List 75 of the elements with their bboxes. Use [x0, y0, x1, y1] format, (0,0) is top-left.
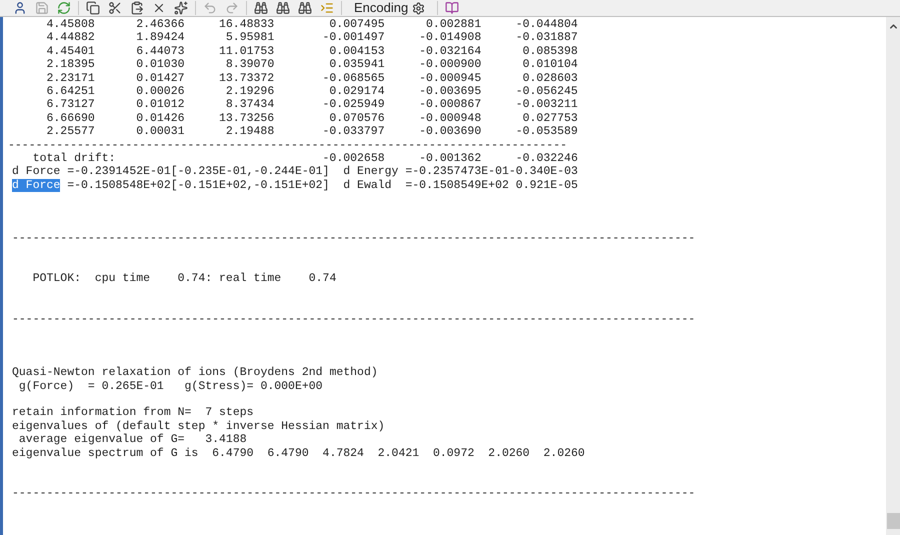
value-text: 2.46366: [136, 18, 185, 31]
value-text: 0.002881: [426, 18, 482, 31]
value-text: -0.001362: [419, 152, 482, 165]
value-text: -0.068565: [322, 72, 385, 85]
output-line: Quasi-Newton relaxation of ions (Broydens 2nd method): [12, 366, 378, 380]
value-text: 16.48833: [219, 18, 274, 31]
value-text: -0.001497: [322, 31, 385, 44]
value-text: 6.73127: [46, 98, 95, 112]
value-text: 0.028603: [522, 72, 578, 85]
drift-label: total drift:: [32, 152, 116, 165]
value-text: 0.029174: [329, 84, 385, 98]
value-text: -0.025949: [322, 98, 385, 112]
value-text: -0.000867: [419, 98, 482, 112]
output-line: eigenvalue spectrum of G is 6.4790 6.4790 4.7824 2.0421 0.0972 2.0260 2.0260: [12, 446, 585, 460]
output-line: d Force =-0.2391452E-01[-0.235E-01,-0.244E-01] d Energy =-0.2357473E-01-0.340E-03: [12, 165, 578, 178]
value-text: 4.45808: [46, 18, 95, 31]
value-text: 0.035941: [329, 58, 385, 72]
value-text: -0.003690: [419, 125, 482, 138]
value-text: 0.004153: [329, 44, 385, 58]
value-text: 8.39070: [226, 58, 274, 72]
output-line: retain information from N= 7 steps: [12, 406, 254, 420]
value-text: 0.070576: [329, 112, 385, 125]
output-line: average eigenvalue of G= 3.4188: [18, 433, 247, 446]
value-text: 8.37434: [226, 98, 274, 112]
value-text: 5.95981: [226, 31, 274, 44]
value-text: -0.000948: [419, 112, 482, 125]
value-text: -0.000945: [419, 72, 482, 85]
value-text: -0.003695: [419, 84, 482, 98]
value-text: 6.44073: [136, 44, 185, 58]
value-text: 0.010104: [522, 58, 578, 72]
value-text: -0.032164: [419, 44, 482, 58]
value-text: -0.033797: [322, 125, 385, 138]
value-text: 4.45401: [46, 44, 95, 58]
value-text: 11.01753: [219, 44, 274, 58]
value-text: 4.44882: [46, 31, 95, 44]
value-text: -0.032246: [516, 152, 578, 165]
dashed-rule: ---------------------------------------------------------------------------------------------------: [12, 232, 696, 246]
value-text: 0.01427: [136, 72, 185, 85]
value-text: -0.044804: [516, 18, 578, 31]
value-text: 2.23171: [46, 72, 95, 85]
value-text: -0.002658: [322, 152, 385, 165]
value-text: 0.027753: [522, 112, 578, 125]
value-text: 0.01012: [136, 98, 185, 112]
value-text: 0.00031: [136, 125, 185, 138]
dashed-rule: ---------------------------------------------------------------------------------: [8, 138, 567, 152]
dashed-rule: ---------------------------------------------------------------------------------------------------: [12, 312, 696, 326]
scrollbar-thumb[interactable]: [886, 513, 900, 529]
value-text: -0.031887: [516, 31, 578, 44]
value-text: -0.056245: [516, 84, 578, 98]
encoding-button[interactable]: Encoding: [346, 0, 434, 16]
output-line: POTLOK: cpu time 0.74: real time 0.74: [32, 272, 336, 286]
value-text: 0.00026: [136, 84, 185, 98]
value-text: -0.000900: [419, 58, 482, 72]
output-line: eigenvalues of (default step * inverse Hessian matrix): [12, 420, 385, 433]
value-text: -0.014908: [419, 31, 482, 44]
value-text: 2.19488: [226, 125, 274, 138]
dashed-rule: ---------------------------------------------------------------------------------------------------: [12, 486, 696, 500]
value-text: 2.25577: [46, 125, 95, 138]
value-text: 0.085398: [522, 44, 578, 58]
value-text: 0.007495: [329, 18, 385, 31]
value-text: 2.19296: [226, 84, 274, 98]
output-line: d Force =-0.1508548E+02[-0.151E+02,-0.151E+02] d Ewald =-0.1508549E+02 0.921E-05: [12, 178, 578, 192]
value-text: 13.73372: [219, 72, 274, 85]
scrollbar[interactable]: [886, 17, 900, 535]
value-text: 0.01426: [136, 112, 185, 125]
value-text: 2.18395: [46, 58, 95, 72]
value-text: 0.01030: [136, 58, 185, 72]
value-text: 1.89424: [136, 31, 185, 44]
value-text: -0.053589: [516, 125, 578, 138]
value-text: 6.66690: [46, 112, 95, 125]
gear-icon: [412, 2, 426, 14]
value-text: 6.64251: [46, 84, 95, 98]
value-text: 13.73256: [219, 112, 274, 125]
value-text: -0.003211: [516, 98, 578, 112]
output-line: g(Force) = 0.265E-01 g(Stress)= 0.000E+00: [18, 380, 323, 393]
